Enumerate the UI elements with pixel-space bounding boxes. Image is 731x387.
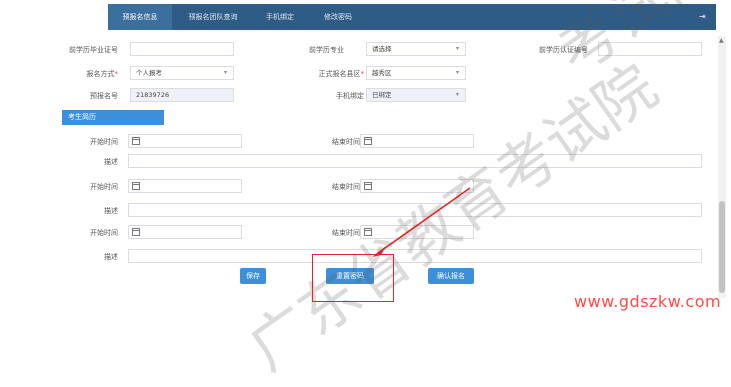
exit-icon[interactable]: ⇥: [699, 12, 708, 21]
degree-major-value: 请选择: [372, 45, 392, 53]
signup-mode-label-text: 报名方式: [86, 70, 115, 78]
desc-input[interactable]: [128, 203, 702, 217]
degree-auth-input[interactable]: [598, 42, 702, 56]
scroll-thumb[interactable]: [719, 201, 725, 293]
signup-mode-value: 个人报考: [136, 69, 162, 77]
tab-phone-bind[interactable]: 手机绑定: [254, 4, 306, 30]
calendar-icon: [364, 137, 372, 145]
degree-auth-label: 前学历认证编号: [539, 46, 588, 54]
official-region-select[interactable]: 越秀区 ▾: [366, 66, 466, 80]
signup-mode-label: 报名方式*: [58, 67, 119, 81]
tab-team-query[interactable]: 预报名团队查询: [176, 4, 250, 30]
caret-down-icon: ▾: [455, 91, 459, 98]
required-mark: *: [114, 70, 119, 78]
scroll-up-icon[interactable]: ▲: [719, 38, 724, 44]
caret-down-icon: ▾: [455, 69, 459, 76]
caret-down-icon: ▾: [455, 45, 459, 52]
degree-major-select[interactable]: 请选择 ▾: [366, 42, 466, 56]
start-time-label: 开始时间: [90, 183, 118, 191]
end-time-label: 结束时间: [332, 229, 360, 237]
calendar-icon: [132, 182, 140, 190]
desc-label: 描述: [104, 253, 118, 261]
caret-down-icon: ▾: [223, 69, 227, 76]
top-bar: 预报名信息 预报名团队查询 手机绑定 修改密码 ⇥: [0, 0, 731, 34]
calendar-icon: [364, 182, 372, 190]
end-time-label: 结束时间: [332, 183, 360, 191]
phone-bind-value: 已绑定: [372, 91, 392, 99]
start-time-label: 开始时间: [90, 229, 118, 237]
degree-cert-label: 前学历毕业证号: [69, 46, 118, 54]
save-button[interactable]: 保存: [240, 268, 266, 284]
tab-prereg-info[interactable]: 预报名信息: [108, 4, 172, 30]
end-time-input[interactable]: [360, 225, 474, 239]
start-time-input[interactable]: [128, 134, 242, 148]
prereg-no-field: 21839726: [130, 88, 234, 102]
main-nav: 预报名信息 预报名团队查询 手机绑定 修改密码 ⇥: [108, 4, 716, 30]
end-time-input[interactable]: [360, 179, 474, 193]
degree-cert-input[interactable]: [130, 42, 234, 56]
degree-major-label: 前学历专业: [309, 46, 344, 54]
tab-change-password[interactable]: 修改密码: [312, 4, 364, 30]
end-time-input[interactable]: [360, 134, 474, 148]
prereg-no-label: 预报名号: [90, 92, 118, 100]
start-time-input[interactable]: [128, 225, 242, 239]
desc-input[interactable]: [128, 154, 702, 168]
phone-bind-select[interactable]: 已绑定 ▾: [366, 88, 466, 102]
end-time-label: 结束时间: [332, 138, 360, 146]
calendar-icon: [364, 228, 372, 236]
calendar-icon: [132, 228, 140, 236]
vertical-scrollbar[interactable]: ▲: [718, 36, 726, 298]
desc-label: 描述: [104, 207, 118, 215]
official-region-label-text: 正式报名县区: [318, 70, 361, 78]
signup-mode-select[interactable]: 个人报考 ▾: [130, 66, 234, 80]
calendar-icon: [132, 137, 140, 145]
start-time-label: 开始时间: [90, 138, 118, 146]
resume-section-header: 考生简历: [62, 110, 164, 125]
confirm-signup-button[interactable]: 确认报名: [428, 268, 474, 284]
highlight-box: [312, 254, 394, 302]
desc-label: 描述: [104, 158, 118, 166]
official-region-value: 越秀区: [372, 69, 392, 77]
desc-input[interactable]: [128, 249, 702, 263]
phone-bind-label: 手机绑定: [336, 92, 364, 100]
site-watermark: www.gdszkw.com: [574, 292, 722, 311]
required-mark: *: [360, 70, 365, 78]
start-time-input[interactable]: [128, 179, 242, 193]
official-region-label: 正式报名县区*: [278, 67, 365, 81]
